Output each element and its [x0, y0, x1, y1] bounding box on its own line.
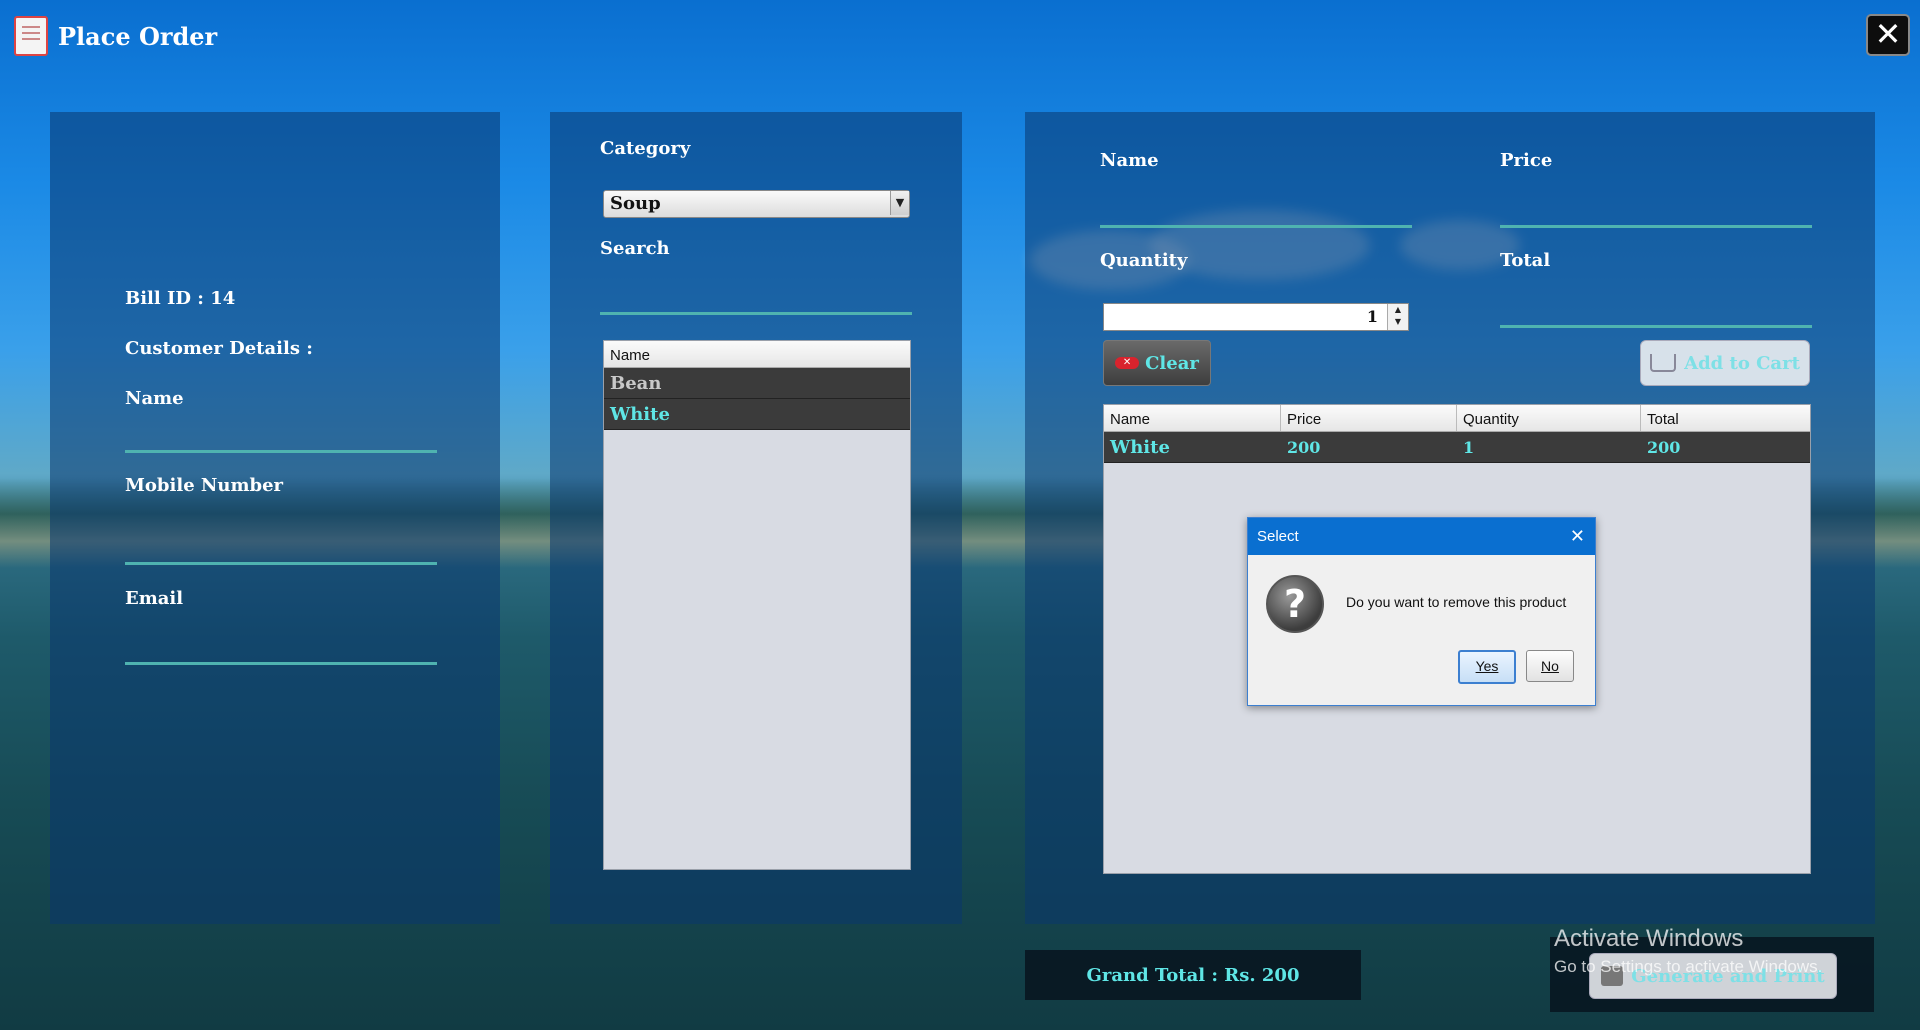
column-header-price[interactable]: Price: [1281, 405, 1457, 431]
dialog-title: Select: [1257, 528, 1299, 545]
total-label: Total: [1500, 250, 1551, 271]
window-titlebar: Place Order: [14, 16, 217, 56]
confirm-dialog: Select ✕ ? Do you want to remove this pr…: [1247, 517, 1596, 706]
column-header-quantity[interactable]: Quantity: [1457, 405, 1641, 431]
cart-total-cell: 200: [1647, 437, 1681, 457]
cart-price-cell: 200: [1287, 437, 1321, 457]
mobile-field[interactable]: [125, 562, 437, 565]
add-to-cart-label: Add to Cart: [1684, 352, 1800, 374]
customer-panel: [50, 112, 500, 924]
cart-table-header: Name Price Quantity Total: [1104, 405, 1810, 432]
column-header-name[interactable]: Name: [1104, 405, 1281, 431]
no-button[interactable]: No: [1526, 650, 1574, 682]
grand-total: Grand Total : Rs. 200: [1086, 964, 1300, 986]
product-name-cell: Bean: [610, 372, 662, 394]
cart-name-cell: White: [1110, 436, 1170, 458]
mobile-label: Mobile Number: [125, 475, 284, 496]
price-label: Price: [1500, 150, 1553, 171]
email-label: Email: [125, 588, 184, 609]
quantity-label: Quantity: [1100, 250, 1188, 271]
product-name-label: Name: [1100, 150, 1159, 171]
product-table: Name Bean White: [603, 340, 911, 870]
search-label: Search: [600, 238, 670, 259]
table-row[interactable]: White: [604, 399, 910, 430]
total-field[interactable]: [1500, 325, 1812, 328]
watermark-line2: Go to Settings to activate Windows.: [1554, 957, 1823, 976]
document-icon: [14, 16, 48, 56]
price-field[interactable]: [1500, 225, 1812, 228]
cart-icon: [1650, 354, 1677, 372]
clear-button[interactable]: ✕ Clear: [1103, 340, 1211, 386]
customer-name-label: Name: [125, 388, 184, 409]
product-name-field[interactable]: [1100, 225, 1412, 228]
quantity-stepper[interactable]: 1 ▲ ▼: [1103, 303, 1409, 331]
product-table-header: Name: [604, 341, 910, 368]
grand-total-box: Grand Total : Rs. 200: [1025, 950, 1361, 1000]
dialog-close-icon[interactable]: ✕: [1570, 526, 1585, 547]
category-dropdown[interactable]: Soup ▼: [603, 190, 910, 218]
dialog-message: Do you want to remove this product: [1346, 594, 1567, 610]
email-field[interactable]: [125, 662, 437, 665]
activate-windows-watermark: Activate Windows Go to Settings to activ…: [1554, 925, 1822, 977]
customer-details-label: Customer Details :: [125, 338, 313, 359]
stepper-buttons[interactable]: ▲ ▼: [1387, 304, 1408, 330]
bill-id-label: Bill ID : 14: [125, 288, 236, 309]
column-header-name[interactable]: Name: [604, 341, 910, 367]
category-selected: Soup: [610, 193, 661, 214]
table-row[interactable]: White 200 1 200: [1104, 432, 1810, 463]
window-title: Place Order: [58, 21, 218, 51]
product-name-cell: White: [610, 403, 670, 425]
table-row[interactable]: Bean: [604, 368, 910, 399]
cart-quantity-cell: 1: [1463, 437, 1475, 457]
chevron-down-icon[interactable]: ▼: [890, 191, 909, 215]
watermark-line1: Activate Windows: [1554, 925, 1744, 952]
quantity-value: 1: [1366, 307, 1378, 326]
customer-name-field[interactable]: [125, 450, 437, 453]
clear-icon: ✕: [1115, 357, 1140, 369]
column-header-total[interactable]: Total: [1641, 405, 1810, 431]
question-icon: ?: [1266, 575, 1324, 633]
close-button[interactable]: ✕: [1866, 14, 1910, 56]
clear-label: Clear: [1145, 352, 1199, 374]
category-label: Category: [600, 138, 691, 159]
yes-button[interactable]: Yes: [1458, 650, 1516, 684]
search-input[interactable]: [600, 312, 912, 315]
add-to-cart-button[interactable]: Add to Cart: [1640, 340, 1810, 386]
dialog-titlebar: Select ✕: [1248, 518, 1595, 555]
